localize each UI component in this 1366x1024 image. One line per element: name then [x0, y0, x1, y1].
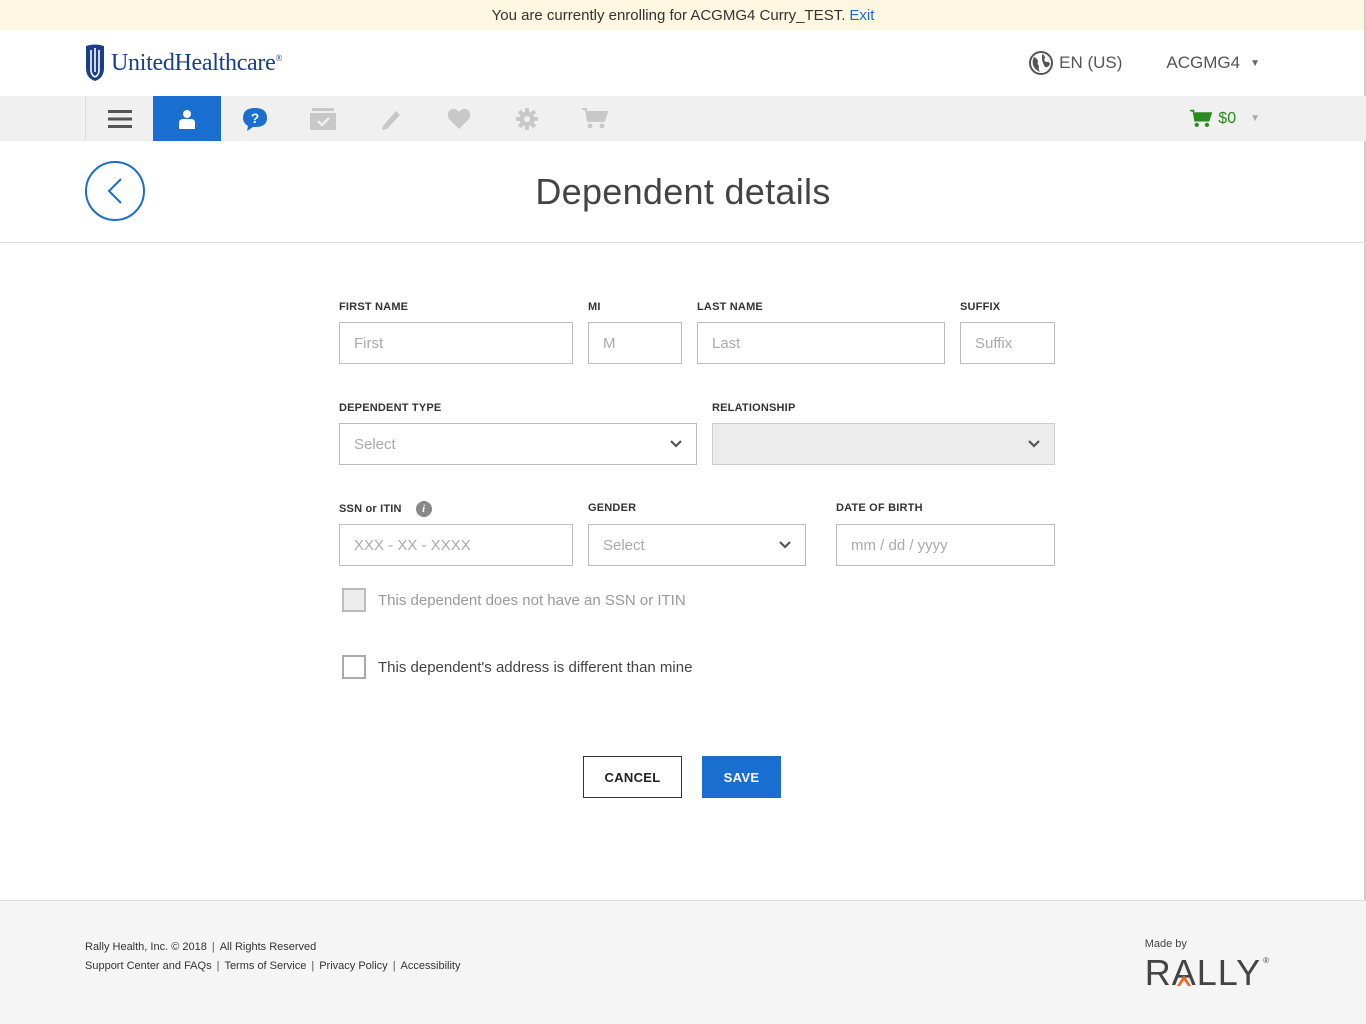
footer-rights: All Rights Reserved [219, 941, 317, 953]
nav-documents[interactable] [289, 96, 357, 141]
cart-total-icon [1190, 109, 1213, 127]
nav-menu[interactable] [85, 96, 153, 141]
site-footer: Rally Health, Inc. © 2018 | All Rights Res… [0, 900, 1366, 1024]
footer-link-privacy[interactable]: Privacy Policy [319, 960, 387, 972]
banner-message: You are currently enrolling for ACGMG4 C… [491, 6, 846, 24]
main-nav: ? $0 ▼ [0, 96, 1366, 141]
nav-edit[interactable] [357, 96, 425, 141]
uhc-shield-icon [86, 44, 104, 81]
last-name-label: LAST NAME [697, 301, 763, 313]
nav-cart[interactable] [561, 96, 629, 141]
footer-copyright: Rally Health, Inc. © 2018 [85, 941, 207, 953]
enrollment-banner: You are currently enrolling for ACGMG4 C… [0, 0, 1366, 30]
page-header: Dependent details [0, 141, 1366, 243]
page-title: Dependent details [535, 170, 831, 212]
relationship-label: RELATIONSHIP [712, 402, 796, 414]
chevron-left-icon [107, 178, 122, 204]
mi-label: MI [588, 301, 601, 313]
last-name-input[interactable] [697, 322, 945, 364]
chevron-down-icon [1028, 440, 1040, 448]
chevron-down-icon [779, 541, 791, 549]
language-label: EN (US) [1059, 53, 1123, 72]
uhc-logo[interactable]: UnitedHealthcare® [85, 44, 282, 82]
svg-text:?: ? [251, 110, 260, 126]
ssn-label: SSN or ITIN i [339, 501, 432, 517]
heart-icon [447, 108, 471, 129]
gender-select[interactable]: Select [588, 524, 806, 566]
address-different-checkbox[interactable]: This dependent's address is different th… [342, 655, 692, 679]
dob-label: DATE OF BIRTH [836, 502, 923, 514]
cart-summary[interactable]: $0 ▼ [1190, 96, 1260, 141]
save-button[interactable]: SAVE [702, 756, 781, 798]
mi-input[interactable] [588, 322, 682, 364]
chevron-down-icon: ▼ [1250, 57, 1260, 69]
cancel-button[interactable]: CANCEL [583, 756, 682, 798]
rally-reg: ® [1263, 956, 1270, 965]
chevron-down-icon: ▼ [1250, 113, 1260, 124]
first-name-label: FIRST NAME [339, 301, 409, 313]
footer-link-accessibility[interactable]: Accessibility [401, 960, 461, 972]
rally-logo[interactable]: RA LLY ® [1145, 952, 1270, 994]
dob-input[interactable] [836, 524, 1055, 566]
folder-check-icon [310, 107, 336, 130]
user-menu[interactable]: ACGMG4 ▼ [1166, 53, 1260, 73]
footer-link-support[interactable]: Support Center and FAQs [85, 960, 212, 972]
no-ssn-checkbox-label: This dependent does not have an SSN or I… [378, 591, 686, 609]
nav-favorites[interactable] [425, 96, 493, 141]
exit-link[interactable]: Exit [849, 7, 874, 24]
address-different-checkbox-label: This dependent's address is different th… [378, 658, 693, 676]
suffix-input[interactable] [960, 322, 1055, 364]
rally-accent-icon [1176, 975, 1191, 986]
pencil-icon [382, 110, 400, 130]
dependent-type-value: Select [354, 435, 396, 453]
logo-text: UnitedHealthcare® [111, 49, 282, 76]
chevron-down-icon [670, 440, 682, 448]
gender-label: GENDER [588, 502, 637, 514]
ssn-input[interactable] [339, 524, 573, 566]
nav-help[interactable]: ? [221, 96, 289, 141]
no-ssn-checkbox[interactable]: This dependent does not have an SSN or I… [342, 588, 686, 612]
person-icon [179, 109, 195, 129]
relationship-select[interactable] [712, 423, 1055, 465]
nav-profile[interactable] [153, 96, 221, 141]
cart-icon [582, 107, 608, 128]
language-selector[interactable]: EN (US) [1029, 51, 1122, 75]
back-button[interactable] [85, 161, 145, 221]
nav-settings[interactable] [493, 96, 561, 141]
dependent-type-label: DEPENDENT TYPE [339, 402, 442, 414]
info-icon[interactable]: i [415, 501, 432, 517]
site-header: UnitedHealthcare® EN (US) ACGMG4 ▼ [0, 30, 1366, 96]
suffix-label: SUFFIX [960, 301, 1001, 313]
gender-value: Select [603, 536, 645, 554]
menu-icon [107, 109, 132, 128]
user-name: ACGMG4 [1166, 53, 1241, 72]
cart-total: $0 [1218, 109, 1237, 127]
globe-icon [1029, 51, 1054, 75]
address-different-checkbox-box[interactable] [342, 655, 366, 679]
made-by-label: Made by [1144, 938, 1187, 950]
help-icon: ? [243, 107, 267, 131]
dependent-type-select[interactable]: Select [339, 423, 697, 465]
no-ssn-checkbox-box[interactable] [342, 588, 366, 612]
gear-icon [516, 107, 538, 130]
first-name-input[interactable] [339, 322, 573, 364]
rally-wordmark: RA LLY [1144, 952, 1262, 993]
footer-link-terms[interactable]: Terms of Service [224, 960, 306, 972]
